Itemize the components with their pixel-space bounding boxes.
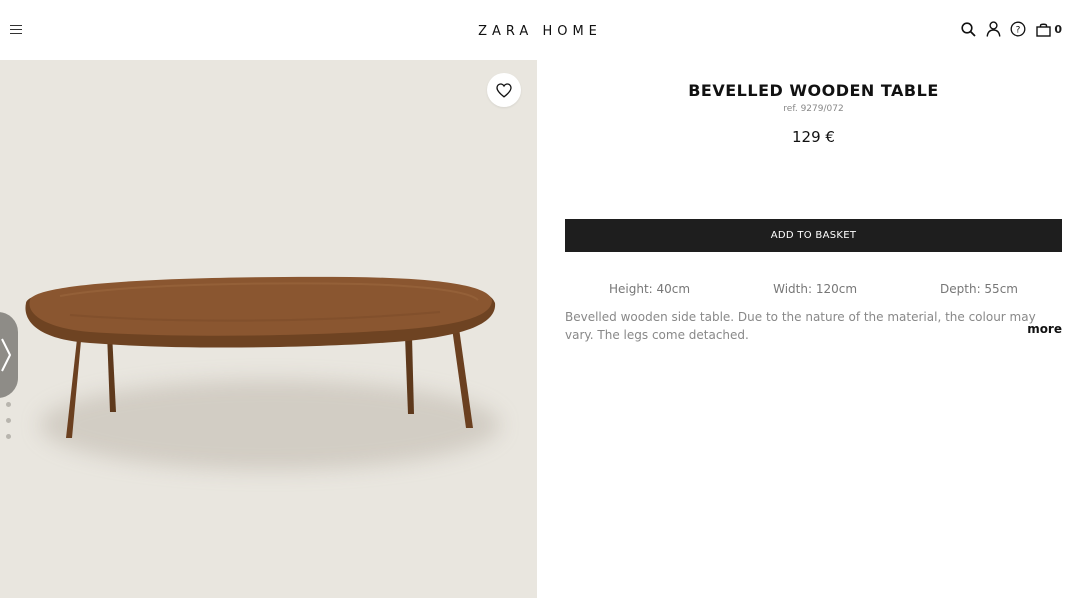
product-dimensions: Height: 40cm Width: 120cm Depth: 55cm (565, 282, 1062, 296)
gallery-dot[interactable] (6, 418, 11, 423)
heart-icon (496, 82, 512, 98)
svg-text:?: ? (1016, 26, 1021, 36)
dimension-height: Height: 40cm (609, 282, 691, 296)
chevron-right-icon (1, 338, 11, 372)
product-info: BEVELLED WOODEN TABLE ref. 9279/072 129 … (565, 60, 1062, 342)
add-to-basket-button[interactable]: ADD TO BASKET (565, 219, 1062, 252)
more-link[interactable]: more (1027, 322, 1062, 336)
basket-icon[interactable] (1035, 20, 1051, 38)
brand-logo[interactable]: ZARA HOME (0, 24, 1080, 39)
gallery-dots (6, 402, 11, 439)
favorite-button[interactable] (487, 73, 521, 107)
product-price: 129 € (792, 128, 835, 146)
basket-count[interactable]: 0 (1054, 23, 1062, 36)
header-actions: ? 0 (960, 20, 1062, 38)
product-image[interactable] (0, 60, 537, 598)
top-header: ZARA HOME ? 0 (0, 0, 1080, 60)
dimension-depth: Depth: 55cm (940, 282, 1018, 296)
next-image-button[interactable] (0, 312, 18, 398)
search-icon[interactable] (960, 20, 976, 38)
gallery-dot[interactable] (6, 402, 11, 407)
product-description: Bevelled wooden side table. Due to the n… (565, 310, 1036, 342)
help-icon[interactable]: ? (1010, 20, 1026, 38)
product-title: BEVELLED WOODEN TABLE (688, 81, 939, 100)
product-ref: ref. 9279/072 (783, 104, 844, 114)
user-icon[interactable] (985, 20, 1001, 38)
table-illustration (25, 276, 496, 438)
gallery-dot[interactable] (6, 434, 11, 439)
dimension-width: Width: 120cm (773, 282, 858, 296)
